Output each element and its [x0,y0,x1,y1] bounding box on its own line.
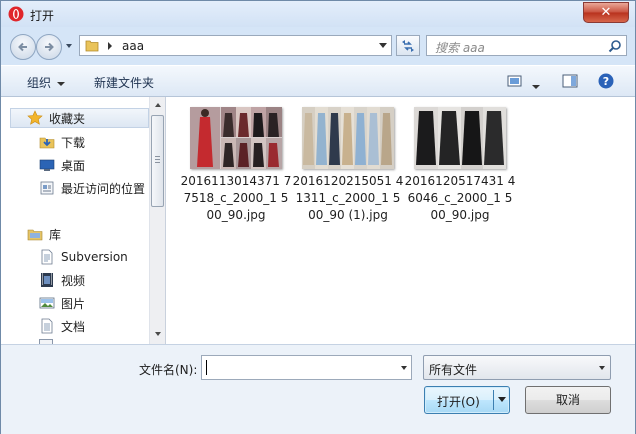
command-toolbar: 组织 新建文件夹 ? [1,65,635,97]
chevron-down-icon[interactable] [401,366,407,370]
recent-pages-dropdown-icon[interactable] [64,42,74,50]
open-label: 打开(O) [437,395,480,409]
chevron-down-icon [599,366,605,370]
sidebar-item-label: 图片 [61,296,86,311]
fashion-photo-collage [190,107,282,169]
navigation-bar: aaa 搜索 aaa [1,27,635,63]
cancel-button[interactable]: 取消 [525,386,611,414]
image-thumbnail [190,107,282,169]
text-caret [206,360,207,375]
chevron-down-icon [532,84,540,89]
sidebar-item-subversion[interactable]: Subversion [39,247,128,267]
fashion-photo-collage [414,107,506,169]
filetype-value: 所有文件 [429,363,478,377]
sidebar-item-videos[interactable]: 视频 [39,270,85,290]
browser-body: 收藏夹 下载 桌面 最近访问的位置 库 Subversion 视频 图片 文档 … [1,97,635,344]
breadcrumb-segment[interactable]: aaa [122,39,144,53]
sidebar-item-label: 视频 [61,273,86,288]
file-name: 2016120215051 41311_c_2000_1 500_90 (1).… [292,174,404,222]
download-folder-icon [39,137,55,149]
search-placeholder: 搜索 aaa [435,41,485,55]
scrollbar-thumb[interactable] [151,115,164,207]
new-folder-button[interactable]: 新建文件夹 [94,74,154,91]
file-item[interactable]: 2016120215051 41311_c_2000_1 500_90 (1).… [292,107,404,224]
breadcrumb-chevron-icon[interactable] [107,42,113,50]
sidebar-item-label: 下载 [61,135,86,150]
change-view-icon[interactable] [506,73,524,89]
fashion-photo-collage [302,107,394,169]
forward-arrow-icon [45,42,54,52]
forward-button[interactable] [36,34,62,60]
organize-label: 组织 [27,76,52,90]
image-thumbnail [302,107,394,169]
refresh-icon [402,39,414,52]
sidebar-item-favorites[interactable]: 收藏夹 [10,108,149,128]
help-icon[interactable]: ? [598,73,614,89]
open-button[interactable]: 打开(O) [424,386,510,414]
file-item[interactable]: 2016120517431 46046_c_2000_1 500_90.jpg [404,107,516,224]
window-title: 打开 [30,9,55,23]
svg-text:?: ? [603,75,609,88]
library-icon [27,229,43,241]
sidebar-item-libraries[interactable]: 库 [27,224,61,244]
address-history-dropdown[interactable] [374,36,391,55]
star-icon [27,110,43,125]
sidebar-item-label: 文档 [61,319,86,334]
split-divider [493,390,494,410]
sidebar-item-documents[interactable]: 文档 [39,316,85,336]
scroll-up-icon[interactable] [155,103,161,107]
grip-line [155,162,160,163]
address-bar[interactable]: aaa [79,35,392,56]
navigation-scrollbar[interactable] [149,97,166,344]
sidebar-item-label: 收藏夹 [49,111,86,126]
search-input[interactable]: 搜索 aaa [426,35,627,56]
video-icon [41,273,53,287]
back-button[interactable] [10,34,36,60]
sidebar-item-label: 库 [49,227,62,242]
sidebar-item-label: Subversion [61,250,128,264]
filename-input[interactable] [201,355,412,380]
document-library-icon [41,249,53,265]
chevron-down-icon [57,81,66,86]
back-arrow-icon [18,42,27,52]
preview-pane-icon[interactable] [562,73,578,89]
file-name: 2016113014371 77518_c_2000_1 500_90.jpg [180,174,292,222]
image-thumbnail [414,107,506,169]
refresh-button[interactable] [396,35,420,56]
sidebar-item-downloads[interactable]: 下载 [39,132,85,152]
file-list: 2016113014371 77518_c_2000_1 500_90.jpg [167,97,635,344]
grip-line [155,159,160,160]
organize-button[interactable]: 组织 [27,74,66,91]
file-item[interactable]: 2016113014371 77518_c_2000_1 500_90.jpg [180,107,292,224]
filetype-select[interactable]: 所有文件 [423,355,611,380]
open-file-dialog: 打开 ✕ aaa 搜索 aaa 组织 新建文件夹 ? 收藏夹 下载 桌面 最近访… [0,0,636,434]
view-dropdown[interactable] [532,79,540,93]
recent-places-icon [40,181,54,195]
bottom-panel: 文件名(N): 所有文件 打开(O) 取消 [1,344,635,434]
search-icon[interactable] [608,39,622,53]
grip-line [155,156,160,157]
sidebar-item-label: 最近访问的位置 [61,181,146,196]
filename-label: 文件名(N): [139,363,198,377]
open-options-dropdown-icon[interactable] [498,397,506,402]
chevron-down-icon [378,43,387,48]
sidebar-item-pictures[interactable]: 图片 [39,293,85,313]
scroll-down-icon[interactable] [155,332,161,336]
close-button[interactable]: ✕ [583,2,629,23]
sidebar-item-recent-places[interactable]: 最近访问的位置 [39,178,145,198]
close-icon: ✕ [600,5,612,20]
opera-app-icon [8,6,24,22]
title-bar: 打开 ✕ [1,1,635,27]
navigation-pane: 收藏夹 下载 桌面 最近访问的位置 库 Subversion 视频 图片 文档 [1,97,149,344]
sidebar-item-label: 桌面 [61,158,86,173]
picture-icon [39,297,55,309]
document-icon [41,318,53,334]
sidebar-item-desktop[interactable]: 桌面 [39,155,85,175]
folder-icon [85,40,99,52]
file-name: 2016120517431 46046_c_2000_1 500_90.jpg [404,174,516,222]
desktop-icon [39,159,55,171]
